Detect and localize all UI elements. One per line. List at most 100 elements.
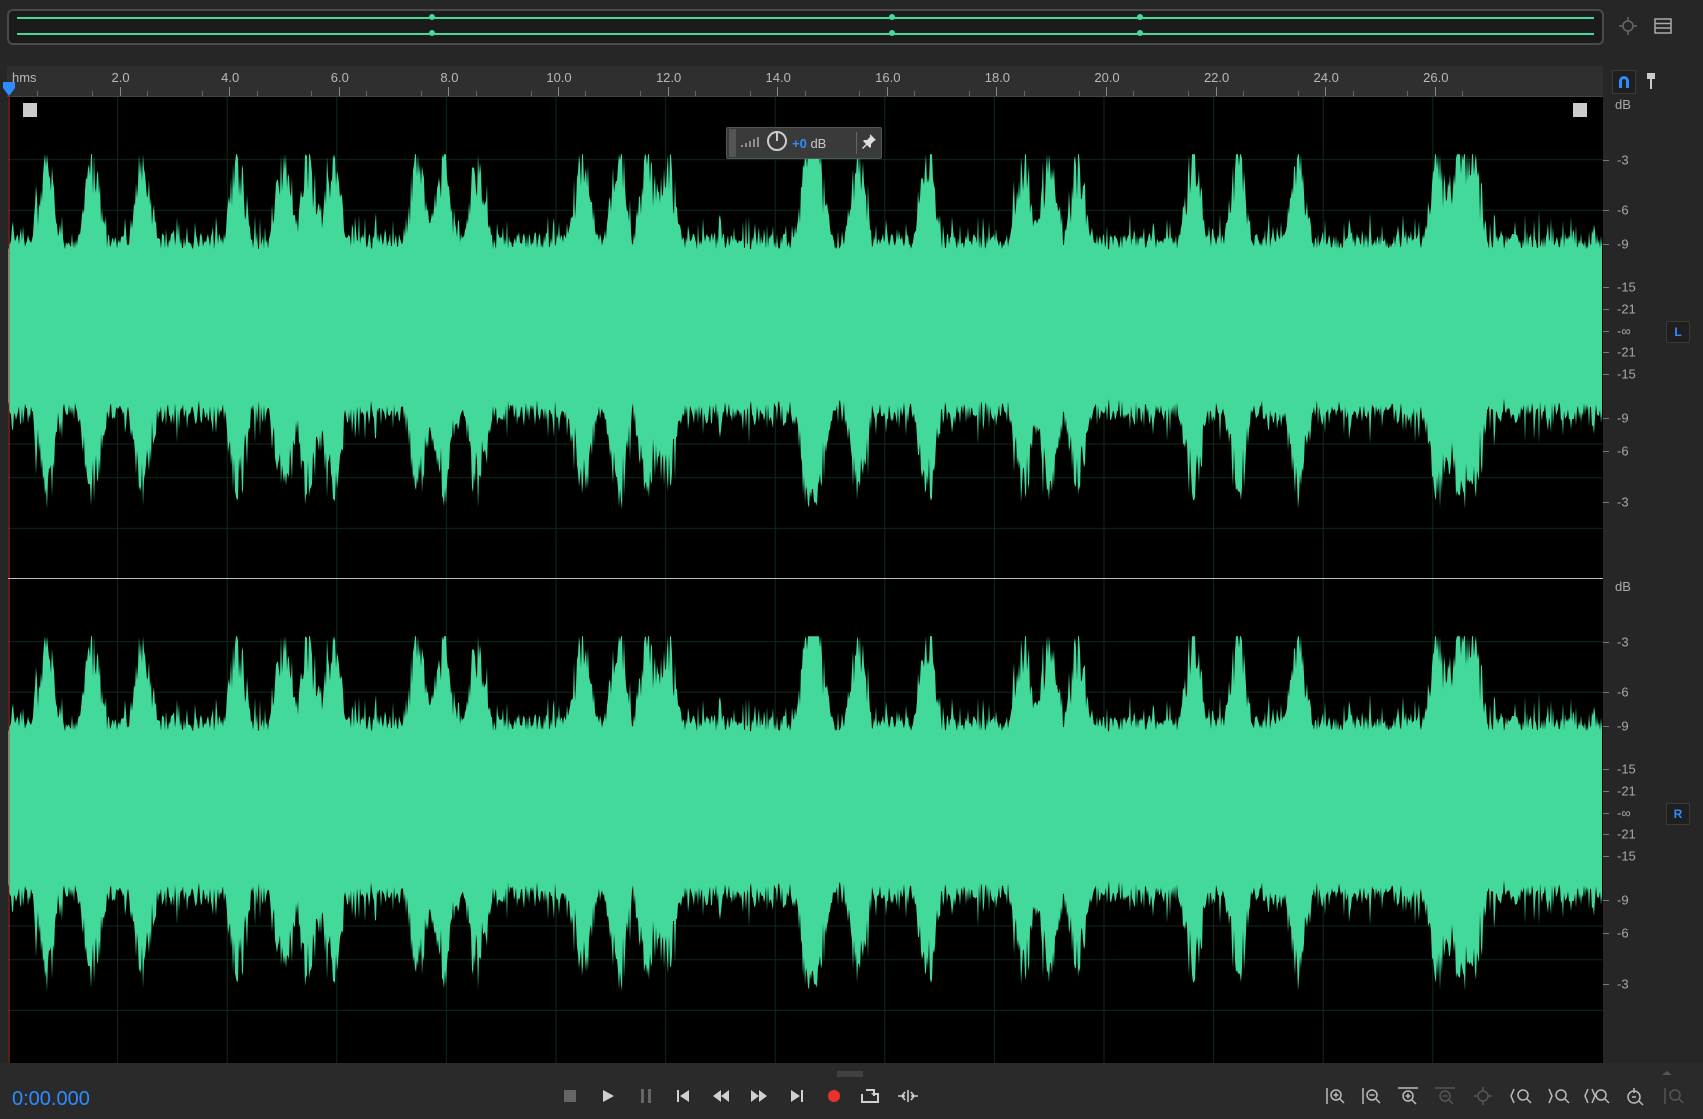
ruler-minor-tick — [37, 91, 39, 96]
ruler-tick-label: 24.0 — [1313, 70, 1339, 85]
zoom-out-time-icon[interactable] — [1661, 1083, 1687, 1109]
db-scale-label: -15 — [1617, 848, 1636, 864]
snap-magnet-icon[interactable] — [1612, 70, 1636, 94]
panel-resize-grip[interactable] — [835, 1064, 865, 1077]
ruler-tick-label: 18.0 — [984, 70, 1011, 85]
overview-right-channel — [17, 33, 1594, 35]
ruler-tick-label: 26.0 — [1423, 70, 1449, 85]
db-scale-label: -9 — [1617, 892, 1629, 908]
db-scale-label: -21 — [1617, 344, 1636, 360]
db-scale-label: -15 — [1617, 279, 1636, 295]
overview-peak-dot — [1137, 30, 1143, 36]
waveform-right-channel[interactable] — [8, 636, 1602, 992]
fade-in-handle[interactable] — [23, 103, 37, 117]
ruler-minor-tick — [366, 91, 368, 96]
zoom-in-left-icon[interactable] — [1508, 1083, 1534, 1109]
waveform-left-channel[interactable] — [8, 154, 1602, 510]
db-scale-tick — [1603, 501, 1609, 503]
db-scale-tick — [1603, 451, 1609, 453]
db-scale-tick — [1603, 834, 1609, 836]
ruler-minor-tick — [1407, 91, 1409, 96]
db-unit-label: dB — [1615, 97, 1631, 112]
skip-to-end-icon[interactable] — [784, 1083, 810, 1109]
overview-peak-dot — [429, 30, 435, 36]
ruler-minor-tick — [256, 91, 258, 96]
skip-selection-icon[interactable] — [895, 1083, 921, 1109]
db-scale-label: -15 — [1617, 366, 1636, 382]
ruler-minor-tick — [804, 91, 806, 96]
rewind-icon[interactable] — [708, 1083, 734, 1109]
db-scale-label: -9 — [1617, 236, 1629, 252]
ruler-minor-tick — [914, 91, 916, 96]
ruler-major-tick — [777, 87, 779, 96]
pin-icon[interactable] — [861, 133, 877, 154]
time-ruler[interactable]: hms 2.0 4.0 6.0 8.0 10.0 12.0 14.0 16.0 18.0 20.0… — [7, 66, 1603, 97]
collapse-arrow-icon[interactable] — [1661, 1063, 1673, 1075]
db-scale: dB -3 -6 -9 -15 -21 -∞ -21 -15 -9 -6 -3 LdB -3 -6 -9 -15… — [1603, 97, 1703, 1063]
current-time-display[interactable]: 0:00.000 — [12, 1088, 90, 1111]
db-scale-tick — [1603, 769, 1609, 771]
hud-grip[interactable] — [729, 129, 736, 157]
db-scale-tick — [1603, 309, 1609, 311]
db-scale-label: -6 — [1617, 202, 1629, 218]
pause-icon[interactable] — [633, 1083, 659, 1109]
zoom-in-time-icon[interactable] — [1395, 1083, 1421, 1109]
zoom-reset-icon[interactable] — [1622, 1083, 1648, 1109]
db-scale-tick — [1603, 210, 1609, 212]
volume-knob-icon[interactable] — [766, 130, 788, 157]
zoom-out-amplitude-icon[interactable] — [1358, 1083, 1384, 1109]
waveform-canvas[interactable] — [8, 97, 1603, 1063]
play-icon[interactable] — [595, 1083, 621, 1109]
ruler-tick-label: 14.0 — [765, 70, 791, 85]
db-scale-label: -6 — [1617, 925, 1629, 941]
db-unit-label: dB — [1615, 579, 1631, 594]
ruler-major-tick — [558, 87, 559, 96]
ruler-minor-tick — [147, 91, 148, 96]
amplitude-hud[interactable]: +0 dB — [726, 127, 882, 159]
overview-left-channel — [17, 17, 1594, 19]
waveform-editor[interactable] — [8, 97, 1603, 1063]
overview-peak-dot — [1137, 14, 1143, 20]
zoom-selection-icon[interactable] — [1470, 1083, 1496, 1109]
ruler-major-tick — [1325, 87, 1327, 96]
waveform-overview[interactable] — [7, 9, 1604, 45]
fade-out-handle[interactable] — [1573, 103, 1587, 117]
ruler-minor-tick — [201, 91, 203, 96]
skip-to-start-icon[interactable] — [670, 1083, 696, 1109]
db-scale-label: -21 — [1617, 301, 1636, 317]
marker-pin-icon[interactable] — [1640, 70, 1662, 92]
db-scale-tick — [1603, 287, 1609, 289]
zoom-in-both-icon[interactable] — [1584, 1083, 1610, 1109]
ruler-minor-tick — [530, 91, 532, 96]
channel-right-toggle[interactable]: R — [1666, 802, 1690, 825]
ruler-tick-label: 16.0 — [875, 70, 901, 85]
channel-separator — [8, 578, 1603, 579]
zoom-navigator-icon[interactable] — [1617, 15, 1639, 37]
db-scale-tick — [1603, 159, 1609, 161]
db-scale-label: -3 — [1617, 494, 1629, 510]
ruler-minor-tick — [1462, 91, 1464, 96]
ruler-tick-label: 22.0 — [1203, 70, 1230, 85]
db-scale-tick — [1603, 856, 1609, 858]
level-meter-icon — [740, 134, 762, 153]
ruler-major-tick — [119, 87, 121, 96]
hud-divider — [856, 132, 858, 154]
db-scale-label: -9 — [1617, 718, 1629, 734]
ruler-minor-tick — [585, 91, 587, 96]
ruler-major-tick — [448, 87, 450, 96]
stop-icon[interactable] — [557, 1083, 583, 1109]
zoom-in-amplitude-icon[interactable] — [1322, 1083, 1348, 1109]
db-scale-label: -15 — [1617, 761, 1636, 777]
db-scale-tick — [1603, 641, 1609, 643]
record-icon[interactable] — [821, 1083, 847, 1109]
ruler-tick-label: 6.0 — [330, 70, 349, 85]
ruler-tick-label: 12.0 — [655, 70, 682, 85]
loop-playback-icon[interactable] — [857, 1083, 883, 1109]
zoom-out-full-icon[interactable] — [1432, 1083, 1458, 1109]
ruler-tick-label: 2.0 — [111, 70, 130, 85]
fast-forward-icon[interactable] — [746, 1083, 772, 1109]
panel-menu-icon[interactable] — [1652, 15, 1674, 37]
channel-left-toggle[interactable]: L — [1666, 320, 1690, 343]
ruler-minor-tick — [859, 91, 861, 96]
zoom-in-right-icon[interactable] — [1546, 1083, 1572, 1109]
